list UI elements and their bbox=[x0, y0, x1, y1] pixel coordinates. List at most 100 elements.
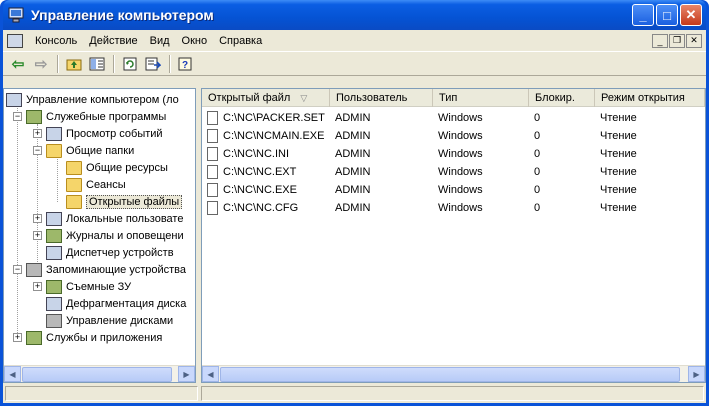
app-window: Управление компьютером _ □ ✕ Консоль Дей… bbox=[0, 0, 709, 406]
expand-toggle[interactable]: + bbox=[33, 214, 42, 223]
mdi-controls: _ ❐ ✕ bbox=[652, 33, 702, 48]
file-icon bbox=[207, 147, 218, 161]
type-cell: Windows bbox=[438, 112, 483, 124]
column-header-type[interactable]: Тип bbox=[433, 89, 529, 107]
scroll-right-arrow[interactable]: ▶ bbox=[178, 366, 195, 382]
users-icon bbox=[46, 211, 62, 226]
up-folder-icon[interactable] bbox=[63, 54, 85, 74]
expand-toggle[interactable]: + bbox=[33, 129, 42, 138]
file-icon bbox=[207, 165, 218, 179]
folder-icon bbox=[66, 177, 82, 192]
file-icon bbox=[207, 183, 218, 197]
tree-node-storage[interactable]: Запоминающие устройства bbox=[26, 261, 186, 278]
tree-node-shares[interactable]: Общие ресурсы bbox=[66, 159, 168, 176]
console-menu-icon[interactable] bbox=[7, 33, 23, 48]
tree-node-removable-storage[interactable]: Съемные ЗУ bbox=[46, 278, 131, 295]
forward-arrow-icon[interactable]: ⇨ bbox=[30, 54, 52, 74]
tree-node-computer-management[interactable]: Управление компьютером (ло bbox=[6, 91, 179, 108]
tree-node-defrag[interactable]: Дефрагментация диска bbox=[46, 295, 186, 312]
event-viewer-icon bbox=[46, 126, 62, 141]
open-files-list[interactable]: Открытый файл ▽ Пользователь Тип Блокир.… bbox=[201, 88, 706, 383]
open-mode-cell: Чтение bbox=[600, 148, 637, 160]
scroll-thumb[interactable] bbox=[22, 366, 172, 382]
collapse-toggle[interactable]: − bbox=[13, 265, 22, 274]
mdi-minimize-button[interactable]: _ bbox=[652, 33, 668, 48]
table-row[interactable]: C:\NC\NC.EXT ADMIN Windows 0 Чтение bbox=[202, 163, 705, 181]
column-header-open-file[interactable]: Открытый файл ▽ bbox=[202, 89, 330, 107]
expand-toggle[interactable]: + bbox=[33, 231, 42, 240]
export-list-icon[interactable] bbox=[142, 54, 164, 74]
open-mode-cell: Чтение bbox=[600, 184, 637, 196]
table-row[interactable]: C:\NC\PACKER.SET ADMIN Windows 0 Чтение bbox=[202, 109, 705, 127]
title-bar[interactable]: Управление компьютером _ □ ✕ bbox=[3, 0, 706, 30]
column-header-locks[interactable]: Блокир. bbox=[529, 89, 595, 107]
locks-cell: 0 bbox=[534, 112, 541, 124]
list-header: Открытый файл ▽ Пользователь Тип Блокир.… bbox=[202, 89, 705, 107]
column-header-open-mode[interactable]: Режим открытия bbox=[595, 89, 705, 107]
file-name-cell: C:\NC\NC.EXT bbox=[202, 163, 330, 181]
tree-node-disk-management[interactable]: Управление дисками bbox=[46, 312, 173, 329]
open-mode-cell: Чтение bbox=[600, 202, 637, 214]
maximize-button[interactable]: □ bbox=[656, 4, 678, 26]
tree-node-device-manager[interactable]: Диспетчер устройств bbox=[46, 244, 174, 261]
show-hide-tree-icon[interactable] bbox=[86, 54, 108, 74]
list-horizontal-scrollbar[interactable]: ◀ ▶ bbox=[202, 365, 705, 382]
user-cell: ADMIN bbox=[335, 166, 371, 178]
minimize-button[interactable]: _ bbox=[632, 4, 654, 26]
table-row[interactable]: C:\NC\NC.CFG ADMIN Windows 0 Чтение bbox=[202, 199, 705, 217]
open-mode-cell: Чтение bbox=[600, 112, 637, 124]
menu-view[interactable]: Вид bbox=[144, 35, 176, 47]
expand-toggle[interactable]: + bbox=[13, 333, 22, 342]
tree-node-sessions[interactable]: Сеансы bbox=[66, 176, 126, 193]
menu-window[interactable]: Окно bbox=[176, 35, 214, 47]
menu-console[interactable]: Консоль bbox=[29, 35, 83, 47]
locks-cell: 0 bbox=[534, 166, 541, 178]
file-icon bbox=[207, 111, 218, 125]
user-cell: ADMIN bbox=[335, 130, 371, 142]
toolbar: ⇦ ⇨ ? bbox=[3, 52, 706, 76]
folder-icon bbox=[66, 160, 82, 175]
tree-node-services-apps[interactable]: Службы и приложения bbox=[26, 329, 162, 346]
type-cell: Windows bbox=[438, 184, 483, 196]
tree-node-system-tools[interactable]: Служебные программы bbox=[26, 108, 166, 125]
scroll-right-arrow[interactable]: ▶ bbox=[688, 366, 705, 382]
locks-cell: 0 bbox=[534, 130, 541, 142]
disk-management-icon bbox=[46, 313, 62, 328]
toolbar-separator bbox=[169, 54, 171, 73]
table-row[interactable]: C:\NC\NC.EXE ADMIN Windows 0 Чтение bbox=[202, 181, 705, 199]
tree-node-event-viewer[interactable]: Просмотр событий bbox=[46, 125, 163, 142]
toolbar-separator bbox=[113, 54, 115, 73]
mdi-close-button[interactable]: ✕ bbox=[686, 33, 702, 48]
tree-node-logs-alerts[interactable]: Журналы и оповещени bbox=[46, 227, 184, 244]
scroll-thumb[interactable] bbox=[220, 366, 680, 382]
file-name-cell: C:\NC\NC.INI bbox=[202, 145, 330, 163]
tools-icon bbox=[26, 109, 42, 124]
column-header-user[interactable]: Пользователь bbox=[330, 89, 433, 107]
collapse-toggle[interactable]: − bbox=[13, 112, 22, 121]
type-cell: Windows bbox=[438, 130, 483, 142]
file-name-cell: C:\NC\PACKER.SET bbox=[202, 109, 330, 127]
table-row[interactable]: C:\NC\NCMAIN.EXE ADMIN Windows 0 Чтение bbox=[202, 127, 705, 145]
table-row[interactable]: C:\NC\NC.INI ADMIN Windows 0 Чтение bbox=[202, 145, 705, 163]
console-tree[interactable]: Управление компьютером (ло − Служебные п… bbox=[3, 88, 196, 383]
menu-action[interactable]: Действие bbox=[83, 35, 143, 47]
collapse-toggle[interactable]: − bbox=[33, 146, 42, 155]
menu-help[interactable]: Справка bbox=[213, 35, 268, 47]
back-arrow-icon[interactable]: ⇦ bbox=[7, 54, 29, 74]
main-panes: Управление компьютером (ло − Служебные п… bbox=[3, 88, 706, 383]
tree-node-open-files[interactable]: Открытые файлы bbox=[66, 193, 183, 210]
help-icon[interactable]: ? bbox=[175, 54, 197, 74]
file-name-cell: C:\NC\NC.CFG bbox=[202, 199, 330, 217]
tree-node-shared-folders[interactable]: Общие папки bbox=[46, 142, 134, 159]
file-icon bbox=[207, 129, 218, 143]
open-mode-cell: Чтение bbox=[600, 166, 637, 178]
close-button[interactable]: ✕ bbox=[680, 4, 702, 26]
tree-horizontal-scrollbar[interactable]: ◀ ▶ bbox=[4, 365, 195, 382]
scroll-left-arrow[interactable]: ◀ bbox=[4, 366, 21, 382]
scroll-left-arrow[interactable]: ◀ bbox=[202, 366, 219, 382]
refresh-icon[interactable] bbox=[119, 54, 141, 74]
expand-toggle[interactable]: + bbox=[33, 282, 42, 291]
mdi-restore-button[interactable]: ❐ bbox=[669, 33, 685, 48]
menu-bar: Консоль Действие Вид Окно Справка _ ❐ ✕ bbox=[3, 30, 706, 52]
tree-node-local-users[interactable]: Локальные пользовате bbox=[46, 210, 183, 227]
